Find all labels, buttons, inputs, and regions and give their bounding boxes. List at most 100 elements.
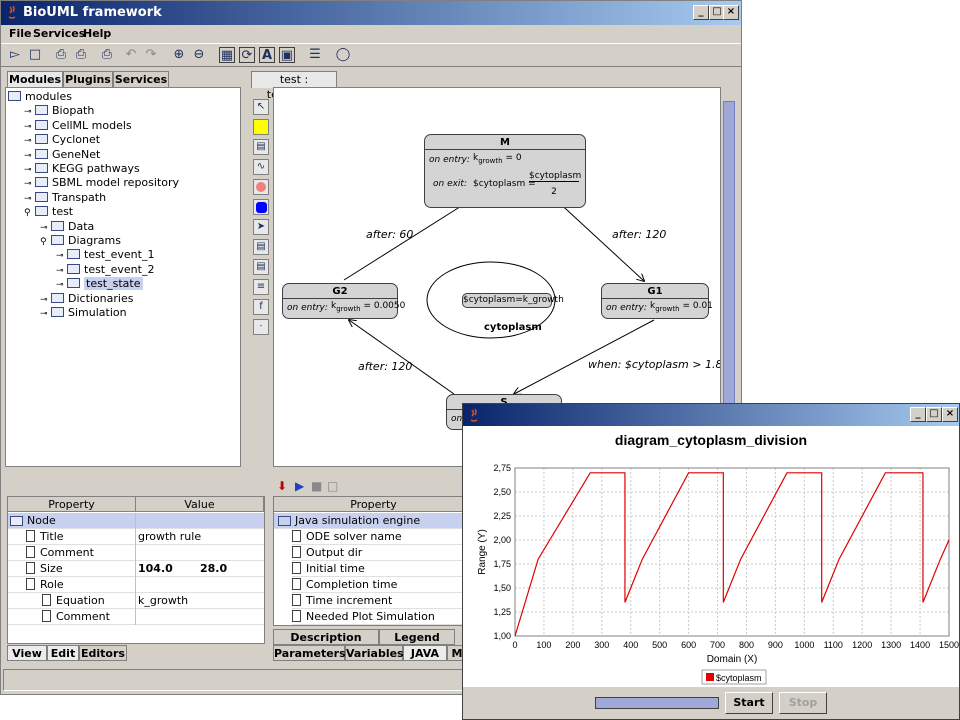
print-icon[interactable]: ⎙ — [53, 47, 69, 63]
undo-icon[interactable]: ↶ — [123, 47, 139, 63]
state-tool-icon[interactable] — [253, 119, 269, 135]
start-button[interactable]: Start — [725, 692, 773, 714]
sim-property-row[interactable]: Output dir — [292, 545, 472, 561]
expand-handle-icon[interactable]: ⊸ — [24, 120, 33, 134]
menu-services[interactable]: Services — [33, 27, 85, 40]
sim-property-row[interactable]: Initial time — [292, 561, 472, 577]
expand-handle-icon[interactable]: ⊸ — [56, 278, 65, 292]
redo-icon[interactable]: ↷ — [143, 47, 159, 63]
graph-icon[interactable]: □ — [327, 479, 338, 493]
tab-view[interactable]: View — [7, 645, 47, 661]
select-all-icon[interactable]: ▣ — [279, 47, 295, 63]
help-icon[interactable]: ◯ — [335, 47, 351, 63]
expand-handle-icon[interactable]: ⊸ — [24, 134, 33, 148]
property-row[interactable]: Title growth rule — [8, 529, 264, 545]
tree-item[interactable]: ⚲ Diagrams — [40, 234, 121, 248]
menu-file[interactable]: File — [9, 27, 32, 40]
event-tool-icon[interactable]: ≡ — [253, 279, 269, 295]
property-row[interactable]: Equation k_growth — [8, 593, 264, 609]
function-tool-icon[interactable]: f — [253, 299, 269, 315]
sim-property-row[interactable]: Needed Plot Simulation — [292, 609, 472, 625]
sim-property-row[interactable]: Completion time — [292, 577, 472, 593]
expand-handle-icon[interactable]: ⚲ — [24, 206, 33, 220]
expand-handle-icon[interactable]: ⚲ — [40, 235, 49, 249]
property-row[interactable]: Size 104.0 28.0 — [8, 561, 264, 577]
rule-node[interactable]: $cytoplasm=k_growth — [462, 293, 564, 308]
zoom-in-icon[interactable]: ⊕ — [171, 47, 187, 63]
transition-tool-icon[interactable]: ∿ — [253, 159, 269, 175]
tree-item[interactable]: modules — [8, 90, 72, 104]
compartment-tool-icon[interactable]: ▤ — [253, 139, 269, 155]
tab-diagram[interactable]: test : test_state — [251, 71, 337, 101]
options-icon[interactable]: ☰ — [307, 47, 323, 63]
zoom-out-icon[interactable]: ⊖ — [191, 47, 207, 63]
tab-java[interactable]: JAVA — [403, 645, 447, 661]
minimize-button[interactable]: _ — [910, 407, 926, 422]
new-icon[interactable]: □ — [27, 47, 43, 63]
property-value[interactable]: 28.0 — [200, 561, 227, 577]
note-tool-icon[interactable]: ▤ — [253, 239, 269, 255]
open-icon[interactable]: ▻ — [7, 47, 23, 63]
minimize-button[interactable]: _ — [693, 5, 709, 20]
tree-item[interactable]: ⊸ test_event_1 — [56, 248, 154, 262]
tree-item[interactable]: ⊸ SBML model repository — [24, 176, 179, 190]
expand-handle-icon[interactable]: ⊸ — [24, 149, 33, 163]
text-icon[interactable]: A — [259, 47, 275, 63]
download-icon[interactable]: ⬇ — [277, 479, 287, 493]
sim-property-row[interactable]: ODE solver name — [292, 529, 472, 545]
tab-plugins[interactable]: Plugins — [63, 71, 113, 88]
tree-item[interactable]: ⊸ Cyclonet — [24, 133, 100, 147]
tab-modules[interactable]: Modules — [7, 71, 63, 88]
tree-item[interactable]: ⊸ test_state — [56, 277, 143, 291]
close-button[interactable]: × — [942, 407, 958, 422]
tab-variables[interactable]: Variables — [345, 645, 404, 661]
property-row[interactable]: Comment — [8, 609, 264, 625]
tree-item[interactable]: ⊸ GeneNet — [24, 148, 100, 162]
tree-item[interactable]: ⊸ test_event_2 — [56, 263, 154, 277]
tree-item[interactable]: ⊸ Simulation — [40, 306, 127, 320]
entity-blue-icon[interactable] — [253, 199, 269, 215]
sim-root-row[interactable]: Java simulation engine — [274, 513, 474, 529]
equation-tool-icon[interactable]: ▤ — [253, 259, 269, 275]
stop-icon[interactable]: ■ — [311, 479, 322, 493]
state-m[interactable]: M on entry: kgrowth = 0 on exit: $cytopl… — [424, 134, 586, 208]
entity-red-icon[interactable] — [253, 179, 269, 195]
tab-services[interactable]: Services — [113, 71, 169, 88]
run-icon[interactable]: ▶ — [295, 479, 304, 493]
tab-description[interactable]: Description — [273, 629, 379, 645]
expand-handle-icon[interactable]: ⊸ — [56, 249, 65, 263]
select-tool-icon[interactable]: ↖ — [253, 99, 269, 115]
property-value[interactable]: growth rule — [138, 529, 201, 545]
property-row[interactable]: Node — [8, 513, 264, 529]
tab-parameters[interactable]: Parameters — [273, 645, 346, 661]
tree-item[interactable]: ⊸ KEGG pathways — [24, 162, 140, 176]
property-value[interactable]: 104.0 — [138, 561, 173, 577]
tree-item[interactable]: ⊸ Transpath — [24, 191, 106, 205]
expand-handle-icon[interactable]: ⊸ — [24, 192, 33, 206]
layout-icon[interactable]: ▦ — [219, 47, 235, 63]
sim-property-row[interactable]: Time increment — [292, 593, 472, 609]
state-g1[interactable]: G1 on entry: kgrowth = 0.01 — [601, 283, 713, 319]
tree-item[interactable]: ⊸ CellML models — [24, 119, 132, 133]
close-button[interactable]: × — [723, 5, 739, 20]
property-row[interactable]: Comment — [8, 545, 264, 561]
tree-item[interactable]: ⚲ test — [24, 205, 73, 219]
expand-handle-icon[interactable]: ⊸ — [24, 105, 33, 119]
tree-item[interactable]: ⊸ Dictionaries — [40, 292, 133, 306]
refresh-icon[interactable]: ⟳ — [239, 47, 255, 63]
print-preview-icon[interactable]: ⎙ — [73, 47, 89, 63]
tab-editors[interactable]: Editors — [79, 645, 127, 661]
tab-edit[interactable]: Edit — [47, 645, 79, 661]
tab-legend[interactable]: Legend — [379, 629, 455, 645]
property-value[interactable]: k_growth — [138, 593, 188, 609]
expand-handle-icon[interactable]: ⊸ — [56, 264, 65, 278]
link-tool-icon[interactable]: ⋅ — [253, 319, 269, 335]
print-setup-icon[interactable]: ⎙ — [99, 47, 115, 63]
expand-handle-icon[interactable]: ⊸ — [24, 163, 33, 177]
maximize-button[interactable]: □ — [926, 407, 942, 422]
tree-item[interactable]: ⊸ Data — [40, 220, 94, 234]
menu-help[interactable]: Help — [83, 27, 111, 40]
reaction-tool-icon[interactable]: ➤ — [253, 219, 269, 235]
property-row[interactable]: Role — [8, 577, 264, 593]
expand-handle-icon[interactable]: ⊸ — [40, 221, 49, 235]
